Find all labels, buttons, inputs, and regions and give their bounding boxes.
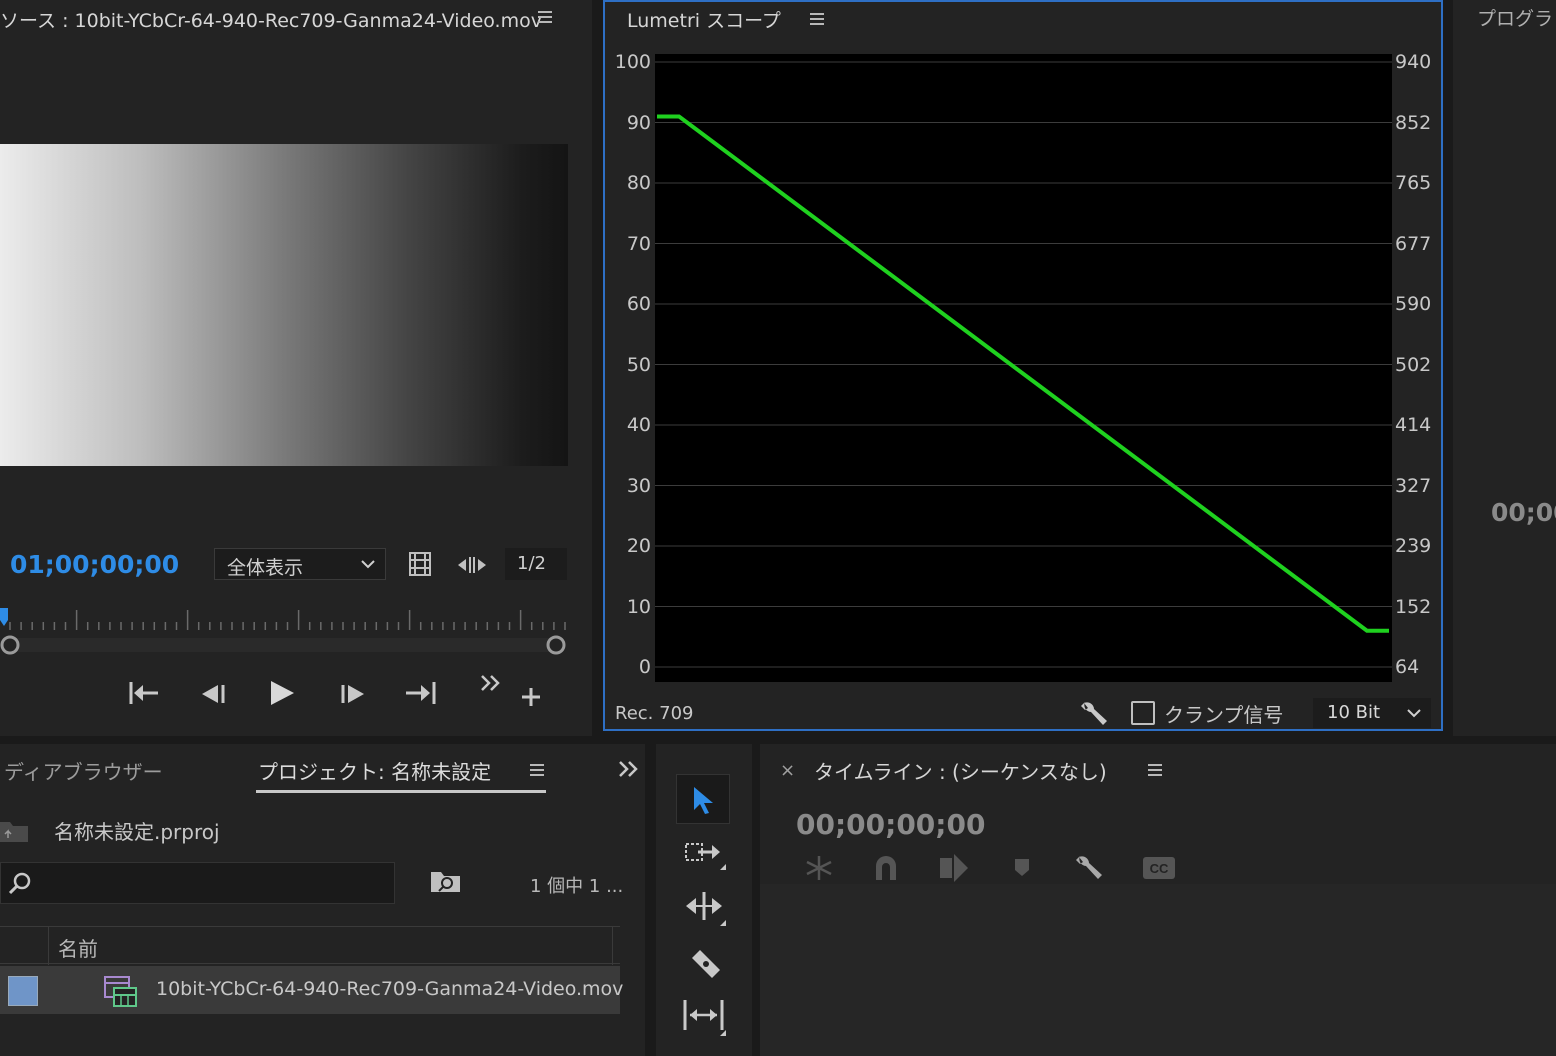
zoom-dropdown-value: 全体表示 bbox=[227, 557, 304, 579]
playhead-marker bbox=[0, 608, 8, 626]
timeline-menu-icon[interactable] bbox=[1148, 764, 1162, 776]
clamp-signal-checkbox[interactable] bbox=[1131, 701, 1155, 725]
source-monitor-title: ソース : 10bit-YCbCr-64-940-Rec709-Ganma24-… bbox=[0, 10, 542, 32]
scope-left-label: 30 bbox=[626, 474, 651, 497]
add-marker-icon[interactable] bbox=[1012, 856, 1032, 880]
scope-right-label: 502 bbox=[1395, 353, 1432, 376]
scope-left-label: 0 bbox=[638, 656, 651, 678]
source-monitor-panel: ソース : 10bit-YCbCr-64-940-Rec709-Ganma24-… bbox=[0, 0, 592, 736]
colorspace-label: Rec. 709 bbox=[615, 703, 694, 724]
scope-right-label: 152 bbox=[1395, 595, 1432, 618]
scope-right-label: 852 bbox=[1395, 111, 1432, 134]
close-icon[interactable]: × bbox=[780, 760, 795, 781]
source-video-frame bbox=[0, 144, 568, 466]
waveform-graph bbox=[655, 61, 1392, 668]
scope-left-label: 50 bbox=[626, 353, 651, 376]
captions-icon[interactable]: CC bbox=[1142, 856, 1176, 880]
scope-left-label: 20 bbox=[626, 535, 651, 557]
zoom-handle-right bbox=[546, 635, 566, 655]
go-to-out-icon[interactable] bbox=[404, 680, 438, 706]
panel-overflow-icon[interactable] bbox=[618, 760, 640, 778]
project-folder-icon bbox=[0, 822, 28, 842]
go-to-in-icon[interactable] bbox=[128, 680, 160, 706]
source-menu-icon[interactable] bbox=[538, 11, 552, 23]
scope-right-label: 590 bbox=[1395, 293, 1432, 315]
selection-tool[interactable] bbox=[676, 774, 730, 824]
list-item[interactable]: 10bit-YCbCr-64-940-Rec709-Ganma24-Video.… bbox=[0, 966, 624, 1014]
project-file-name: 名称未設定.prproj bbox=[54, 820, 220, 844]
project-menu-icon[interactable] bbox=[530, 764, 544, 776]
scope-left-label: 40 bbox=[626, 414, 651, 436]
program-monitor-panel: プログラ 00;00 bbox=[1453, 0, 1556, 736]
label-color-swatch[interactable] bbox=[8, 976, 38, 1006]
chevron-down-icon bbox=[361, 560, 375, 569]
bit-depth-dropdown[interactable]: 10 Bit bbox=[1313, 698, 1431, 728]
scope-left-label: 100 bbox=[614, 51, 651, 73]
scope-left-label: 10 bbox=[626, 595, 651, 618]
step-forward-icon[interactable] bbox=[340, 682, 368, 706]
svg-text:CC: CC bbox=[1150, 861, 1169, 876]
film-strip-icon[interactable] bbox=[408, 551, 432, 577]
lumetri-scope-panel: Lumetri スコープ Rec. 709 クランプ信号 10 Bit 100 9… bbox=[603, 0, 1443, 731]
sequence-clip-icon bbox=[104, 976, 137, 1007]
insert-nest-icon[interactable] bbox=[804, 854, 834, 882]
scope-right-label: 765 bbox=[1395, 172, 1432, 194]
trim-arrows-icon[interactable] bbox=[456, 555, 488, 575]
track-select-icon[interactable] bbox=[684, 840, 730, 876]
zoom-dropdown[interactable]: 全体表示 bbox=[214, 548, 386, 580]
scope-right-label: 327 bbox=[1395, 474, 1432, 497]
chevron-down-icon bbox=[1407, 709, 1421, 718]
luma-trace bbox=[657, 114, 1389, 633]
timeline-title: タイムライン : (シーケンスなし) bbox=[814, 760, 1107, 784]
active-tab-underline bbox=[256, 790, 546, 793]
ripple-edit-icon[interactable] bbox=[684, 890, 730, 930]
snap-icon[interactable] bbox=[872, 854, 900, 882]
arrow-pointer-icon bbox=[694, 787, 713, 814]
scope-right-label: 64 bbox=[1395, 656, 1420, 678]
slip-icon[interactable] bbox=[682, 998, 730, 1038]
tab-media-browser[interactable]: ディアブラウザー bbox=[4, 756, 163, 785]
program-timecode[interactable]: 00;00 bbox=[1491, 498, 1556, 527]
scope-left-label: 80 bbox=[626, 172, 651, 194]
scope-left-label: 70 bbox=[626, 232, 651, 255]
resolution-value: 1/2 bbox=[517, 553, 546, 574]
program-monitor-title: プログラ bbox=[1477, 8, 1554, 30]
play-icon[interactable] bbox=[268, 679, 296, 707]
zoom-handle-left bbox=[0, 635, 20, 655]
timeline-track-area[interactable] bbox=[760, 884, 1556, 1056]
column-header-row: 名前 bbox=[0, 926, 620, 965]
item-count: 1 個中 1 ... bbox=[530, 876, 624, 897]
clip-name: 10bit-YCbCr-64-940-Rec709-Ganma24-Video.… bbox=[156, 978, 624, 1000]
timeline-panel: × タイムライン : (シーケンスなし) 00;00;00;00 CC bbox=[760, 744, 1556, 1056]
resolution-dropdown[interactable]: 1/2 bbox=[505, 548, 567, 580]
waveform-display bbox=[655, 54, 1392, 682]
wrench-icon[interactable] bbox=[1074, 852, 1106, 884]
tab-project[interactable]: プロジェクト: 名称未設定 bbox=[258, 756, 491, 785]
search-input[interactable] bbox=[0, 862, 395, 904]
linked-selection-icon[interactable] bbox=[938, 852, 970, 884]
source-timecode[interactable]: 01;00;00;00 bbox=[10, 550, 179, 579]
scope-right-label: 239 bbox=[1395, 535, 1432, 557]
project-panel: ディアブラウザー プロジェクト: 名称未設定 名称未設定.prproj 1 個中… bbox=[0, 744, 645, 1056]
search-icon bbox=[8, 872, 31, 895]
more-icon[interactable] bbox=[480, 674, 502, 692]
bit-depth-value: 10 Bit bbox=[1327, 702, 1381, 723]
column-name-header[interactable]: 名前 bbox=[58, 933, 98, 962]
clamp-signal-label: クランプ信号 bbox=[1164, 703, 1284, 727]
razor-icon[interactable] bbox=[688, 946, 724, 982]
timeline-timecode[interactable]: 00;00;00;00 bbox=[796, 808, 985, 841]
scope-menu-icon[interactable] bbox=[810, 13, 824, 25]
tools-panel bbox=[656, 744, 752, 1056]
scope-right-label: 677 bbox=[1395, 232, 1432, 255]
scope-left-label: 60 bbox=[626, 293, 651, 315]
scope-right-label: 414 bbox=[1395, 414, 1432, 436]
scope-title: Lumetri スコープ bbox=[627, 10, 781, 32]
step-back-icon[interactable] bbox=[198, 682, 226, 706]
source-time-ruler[interactable] bbox=[0, 604, 568, 664]
search-bin-icon[interactable] bbox=[430, 868, 462, 894]
scope-left-label: 90 bbox=[626, 111, 651, 134]
scope-right-label: 940 bbox=[1395, 51, 1432, 73]
add-icon[interactable] bbox=[520, 686, 542, 708]
wrench-icon[interactable] bbox=[1079, 698, 1109, 728]
